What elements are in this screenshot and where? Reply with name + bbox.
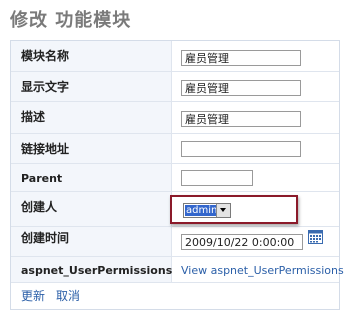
form-actions: 更新 取消 [11,283,339,309]
creator-highlight-box: admin [170,195,298,224]
display-text-label: 显示文字 [21,80,70,94]
row-link-address: 链接地址 [11,134,339,164]
row-module-name: 模块名称 雇员管理 [11,41,339,72]
row-description: 描述 雇员管理 [11,102,339,134]
update-link[interactable]: 更新 [21,287,45,304]
row-permissions: aspnet_UserPermissions View aspnet_UserP… [11,257,344,283]
row-parent: Parent [11,164,339,192]
created-time-label: 创建时间 [21,231,70,245]
row-display-text: 显示文字 雇员管理 [11,72,339,102]
description-label: 描述 [21,110,46,124]
creator-select[interactable]: admin [183,203,231,218]
module-name-input[interactable]: 雇员管理 [181,50,301,66]
permissions-label: aspnet_UserPermissions [21,264,173,277]
creator-selected-value: admin [185,205,219,216]
created-time-input[interactable]: 2009/10/22 0:00:00 [181,234,303,250]
link-address-label: 链接地址 [21,142,70,156]
creator-label: 创建人 [21,200,58,214]
view-permissions-link[interactable]: View aspnet_UserPermissions [181,264,344,277]
row-created-time: 创建时间 2009/10/22 0:00:00 [11,227,339,257]
parent-label: Parent [21,172,63,185]
chevron-down-icon[interactable] [216,204,230,217]
link-address-input[interactable] [181,141,301,157]
page-title: 修改 功能模块 [10,10,132,31]
cancel-link[interactable]: 取消 [56,287,80,304]
module-name-label: 模块名称 [21,49,70,63]
parent-input[interactable] [181,170,253,186]
display-text-input[interactable]: 雇员管理 [181,80,301,96]
description-input[interactable]: 雇员管理 [181,111,301,127]
calendar-icon[interactable] [308,230,323,244]
edit-form: 模块名称 雇员管理 显示文字 雇员管理 描述 雇员管理 链接地址 Parent … [10,40,344,310]
